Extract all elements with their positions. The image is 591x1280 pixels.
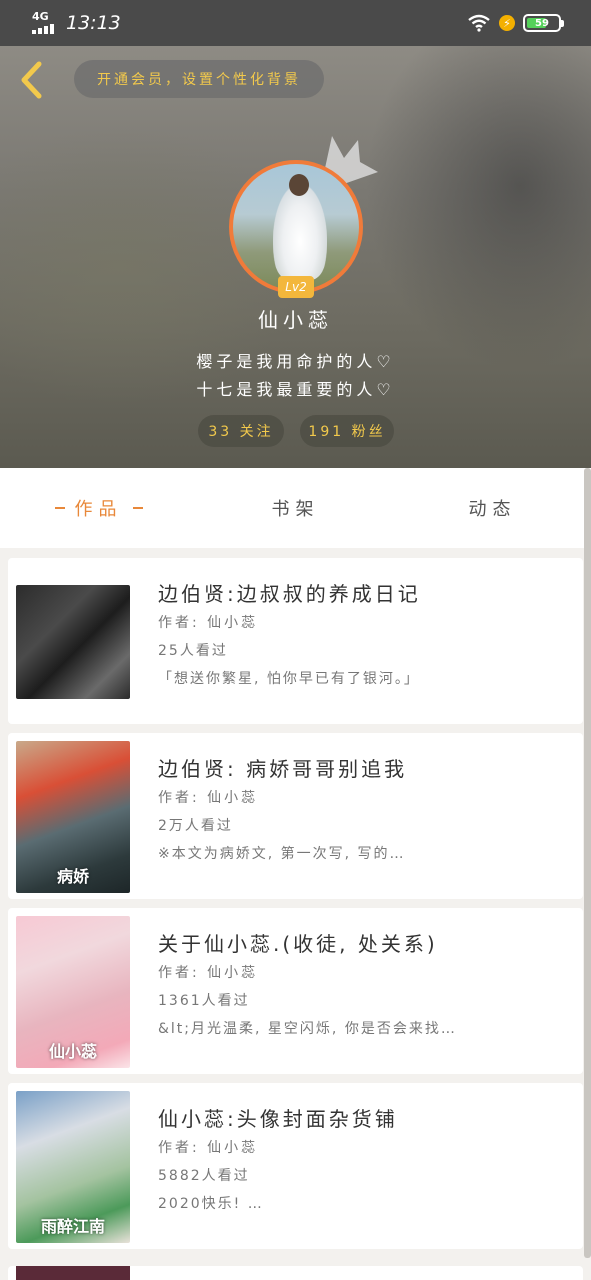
work-card[interactable]: 边伯贤:边叔叔的养成日记 作者: 仙小蕊 25人看过 「想送你繁星, 怕你早已有… bbox=[8, 558, 583, 724]
work-description: &lt;月光温柔, 星空闪烁, 你是否会来找… bbox=[158, 1021, 457, 1037]
tab-works-label: 作品 bbox=[74, 499, 123, 520]
status-left: 4G 13:13 bbox=[30, 10, 121, 34]
book-cover bbox=[16, 1266, 130, 1280]
fans-count-button[interactable]: 191 粉丝 bbox=[300, 415, 394, 447]
work-title: 边伯贤:边叔叔的养成日记 bbox=[158, 582, 421, 606]
scrollbar[interactable] bbox=[584, 468, 591, 1280]
network-type: 4G bbox=[32, 10, 49, 23]
back-button[interactable] bbox=[14, 60, 50, 100]
charging-icon: ⚡ bbox=[499, 15, 515, 31]
work-author: 作者: 仙小蕊 bbox=[158, 790, 259, 806]
status-right: ⚡ 59 bbox=[467, 14, 564, 32]
work-description: 2020快乐! … bbox=[158, 1196, 264, 1212]
battery-icon: 59 bbox=[523, 14, 564, 32]
work-views: 25人看过 bbox=[158, 643, 228, 659]
clock: 13:13 bbox=[66, 12, 121, 34]
work-author: 作者: 仙小蕊 bbox=[158, 965, 259, 981]
following-count-button[interactable]: 33 关注 bbox=[198, 415, 284, 447]
bio-line-1: 樱子是我用命护的人♡ bbox=[196, 352, 395, 371]
tab-works[interactable]: 作品 bbox=[0, 468, 197, 548]
tab-activity-label: 动态 bbox=[468, 499, 517, 520]
scrollbar-thumb[interactable] bbox=[584, 468, 591, 1258]
work-title: 关于仙小蕊.(收徒, 处关系) bbox=[158, 932, 438, 956]
username: 仙小蕊 bbox=[258, 308, 333, 332]
work-views: 5882人看过 bbox=[158, 1168, 250, 1184]
tab-activity[interactable]: 动态 bbox=[394, 468, 591, 548]
status-bar: 4G 13:13 ⚡ 59 bbox=[0, 0, 591, 46]
work-views: 1361人看过 bbox=[158, 993, 250, 1009]
work-description: ※本文为病娇文, 第一次写, 写的… bbox=[158, 846, 406, 862]
profile-tabs: 作品 书架 动态 bbox=[0, 468, 591, 548]
book-cover bbox=[16, 585, 130, 699]
wifi-icon bbox=[468, 14, 490, 32]
book-cover: 雨醉江南 bbox=[16, 1091, 130, 1243]
avatar[interactable] bbox=[229, 160, 363, 294]
back-arrow-icon bbox=[21, 61, 42, 99]
profile-header: 开通会员，设置个性化背景 Lv2 仙小蕊 樱子是我用命护的人♡ 十七是我最重要的… bbox=[0, 46, 591, 468]
work-card-partial[interactable] bbox=[8, 1266, 583, 1280]
book-cover: 病娇 bbox=[16, 741, 130, 893]
work-card[interactable]: 仙小蕊 关于仙小蕊.(收徒, 处关系) 作者: 仙小蕊 1361人看过 &lt;… bbox=[8, 908, 583, 1074]
work-author: 作者: 仙小蕊 bbox=[158, 1140, 259, 1156]
work-card[interactable]: 病娇 边伯贤: 病娇哥哥别追我 作者: 仙小蕊 2万人看过 ※本文为病娇文, 第… bbox=[8, 733, 583, 899]
work-title: 边伯贤: 病娇哥哥别追我 bbox=[158, 757, 408, 781]
tab-bookshelf-label: 书架 bbox=[271, 499, 320, 520]
bio-line-2: 十七是我最重要的人♡ bbox=[196, 380, 395, 399]
vip-background-button[interactable]: 开通会员，设置个性化背景 bbox=[74, 60, 324, 98]
work-views: 2万人看过 bbox=[158, 818, 233, 834]
level-badge: Lv2 bbox=[278, 276, 314, 298]
tab-bookshelf[interactable]: 书架 bbox=[197, 468, 394, 548]
cover-caption: 仙小蕊 bbox=[48, 1042, 97, 1061]
work-title: 仙小蕊:头像封面杂货铺 bbox=[158, 1107, 398, 1131]
signal-icon: 4G bbox=[30, 10, 56, 34]
works-list: 边伯贤:边叔叔的养成日记 作者: 仙小蕊 25人看过 「想送你繁星, 怕你早已有… bbox=[8, 558, 583, 1258]
battery-level: 59 bbox=[535, 17, 549, 29]
work-description: 「想送你繁星, 怕你早已有了银河。」 bbox=[158, 671, 420, 687]
work-author: 作者: 仙小蕊 bbox=[158, 615, 259, 631]
cover-caption: 病娇 bbox=[56, 867, 89, 886]
cover-caption: 雨醉江南 bbox=[40, 1217, 105, 1236]
book-cover: 仙小蕊 bbox=[16, 916, 130, 1068]
work-card[interactable]: 雨醉江南 仙小蕊:头像封面杂货铺 作者: 仙小蕊 5882人看过 2020快乐!… bbox=[8, 1083, 583, 1249]
